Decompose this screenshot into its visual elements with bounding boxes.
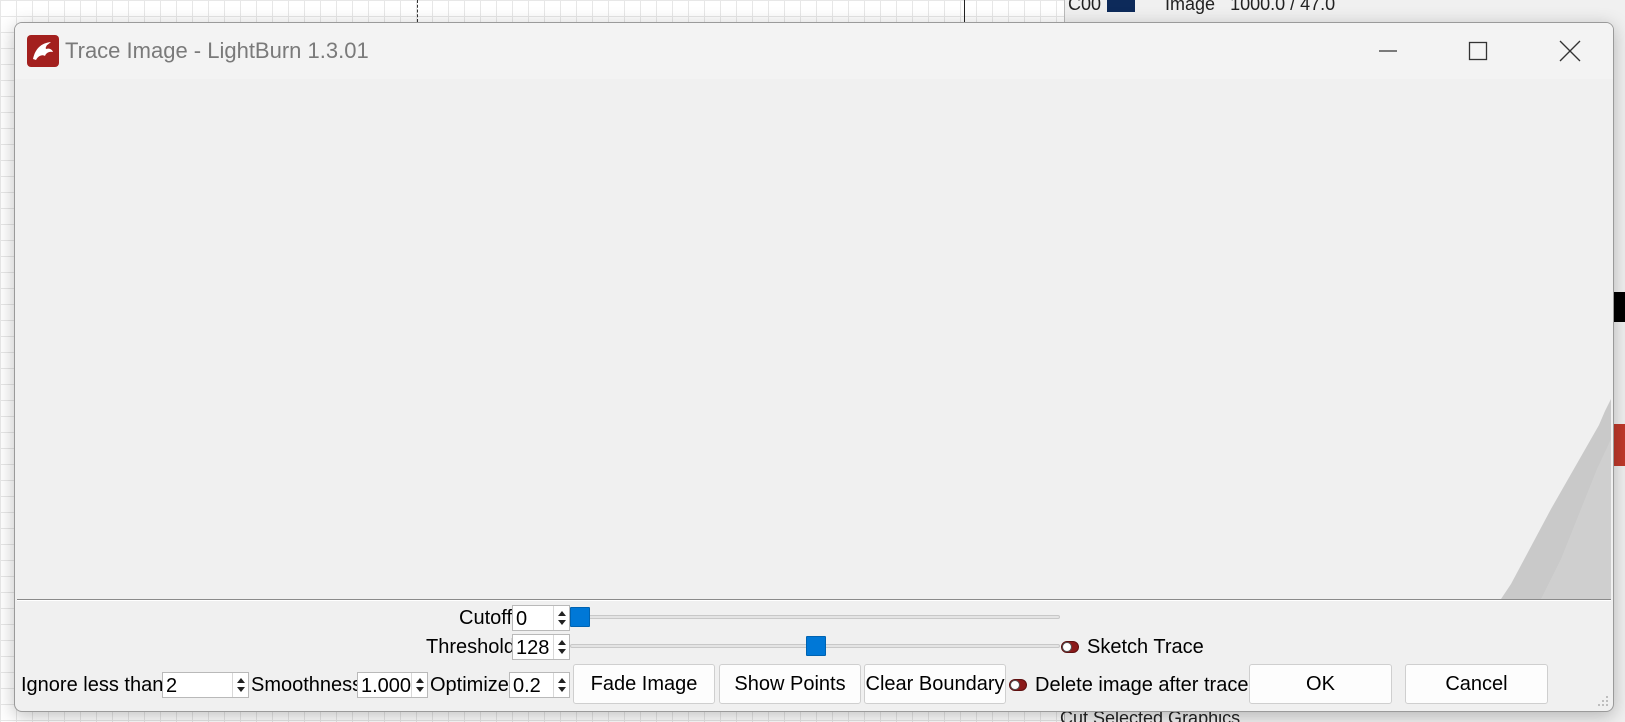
- maximize-icon: [1468, 41, 1488, 61]
- layer-type: Image: [1165, 0, 1216, 14]
- trace-preview-area[interactable]: [17, 79, 1611, 599]
- ignore-less-than-value: 2: [166, 675, 178, 697]
- delete-image-label: Delete image after trace: [1035, 674, 1249, 696]
- cutoff-label: Cutoff: [459, 607, 512, 629]
- minimize-button[interactable]: [1365, 31, 1411, 71]
- sketch-trace-toggle[interactable]: [1061, 640, 1079, 653]
- close-button[interactable]: [1547, 31, 1593, 71]
- layer-color-swatch: [1107, 0, 1136, 13]
- smoothness-label: Smoothness: [251, 674, 363, 696]
- smoothness-spin-arrows-icon[interactable]: [411, 673, 427, 697]
- threshold-value: 128: [516, 637, 550, 659]
- ignore-less-than-spinbox[interactable]: 2: [162, 672, 249, 698]
- threshold-label: Threshold: [426, 636, 515, 658]
- threshold-spinbox[interactable]: 128: [512, 634, 570, 660]
- smoothness-value: 1.000: [361, 675, 412, 697]
- cutoff-slider-track[interactable]: [570, 615, 1060, 619]
- optimize-spinbox[interactable]: 0.2: [509, 672, 570, 698]
- background-layer-row: C00 Image 1000.0 / 47.0: [1068, 0, 1335, 15]
- cutoff-slider-handle[interactable]: [570, 607, 590, 627]
- title-bar[interactable]: Trace Image - LightBurn 1.3.01: [15, 23, 1613, 79]
- layer-name: C00: [1068, 0, 1102, 14]
- minimize-icon: [1379, 50, 1397, 52]
- ignore-less-than-label: Ignore less than: [21, 674, 164, 696]
- cutoff-spin-arrows-icon[interactable]: [553, 606, 569, 630]
- optimize-spin-arrows-icon[interactable]: [553, 673, 569, 697]
- optimize-label: Optimize: [430, 674, 509, 696]
- optimize-value: 0.2: [513, 675, 541, 697]
- smoothness-spinbox[interactable]: 1.000: [357, 672, 428, 698]
- threshold-slider-handle[interactable]: [805, 636, 826, 656]
- trace-image-dialog: Trace Image - LightBurn 1.3.01 Cutoff 0 …: [14, 22, 1614, 712]
- cutoff-spinbox[interactable]: 0: [512, 605, 570, 631]
- canvas-guide-line: [417, 0, 418, 22]
- maximize-button[interactable]: [1455, 31, 1501, 71]
- canvas-border-line: [964, 0, 965, 22]
- lightburn-logo-icon: [27, 35, 59, 67]
- cancel-button[interactable]: Cancel: [1405, 664, 1548, 704]
- window-title: Trace Image - LightBurn 1.3.01: [65, 38, 369, 63]
- clear-boundary-button[interactable]: Clear Boundary: [864, 664, 1006, 704]
- delete-image-toggle[interactable]: [1009, 678, 1027, 691]
- threshold-spin-arrows-icon[interactable]: [553, 635, 569, 659]
- panel-divider: [17, 599, 1611, 601]
- cutoff-value: 0: [516, 608, 528, 630]
- resize-grip-icon[interactable]: [1597, 695, 1609, 707]
- toggle-off-icon: [1061, 641, 1079, 653]
- sketch-trace-label: Sketch Trace: [1087, 636, 1204, 658]
- ignore-spin-arrows-icon[interactable]: [232, 673, 248, 697]
- fade-image-button[interactable]: Fade Image: [573, 664, 715, 704]
- layer-values: 1000.0 / 47.0: [1230, 0, 1336, 14]
- close-icon: [1559, 40, 1581, 62]
- toggle-off-icon: [1009, 679, 1027, 691]
- ok-button[interactable]: OK: [1249, 664, 1392, 704]
- image-preview-fragment: [1501, 399, 1611, 599]
- show-points-button[interactable]: Show Points: [719, 664, 861, 704]
